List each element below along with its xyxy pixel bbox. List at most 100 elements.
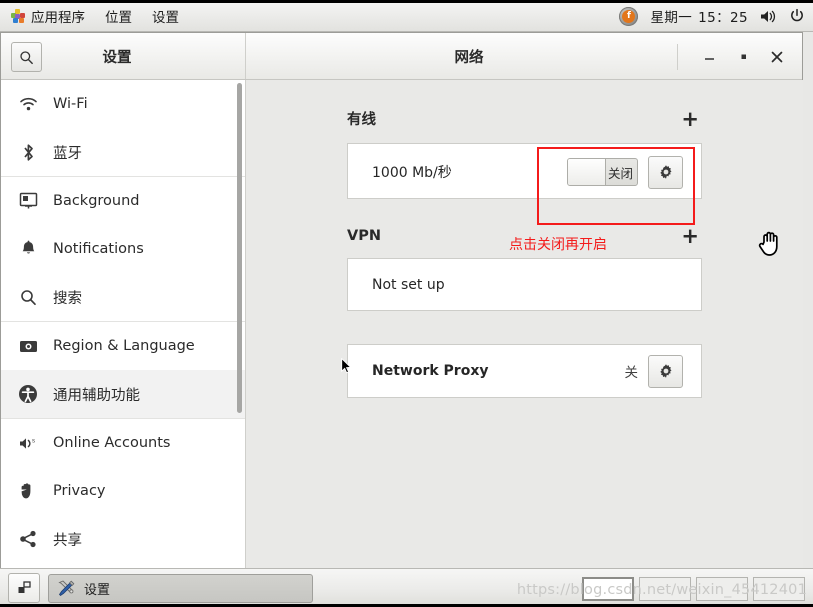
network-proxy-card: Network Proxy 关 bbox=[347, 344, 702, 398]
sidebar-item-label: 搜索 bbox=[53, 290, 82, 307]
sidebar-item-label: Notifications bbox=[53, 241, 144, 257]
network-proxy-label: Network Proxy bbox=[372, 363, 489, 379]
add-wired-button[interactable]: + bbox=[678, 108, 702, 129]
gear-icon bbox=[659, 364, 671, 378]
sidebar-scrollbar[interactable] bbox=[237, 83, 242, 413]
top-panel-status-area: f 星期一 15：25 bbox=[619, 0, 805, 32]
menu-places-label: 位置 bbox=[105, 9, 132, 26]
wired-speed: 1000 Mb/秒 bbox=[372, 165, 452, 181]
minimize-button[interactable] bbox=[692, 40, 726, 74]
workspace-1[interactable] bbox=[582, 577, 634, 601]
bluetooth-icon bbox=[17, 141, 39, 163]
mouse-pointer-cursor bbox=[341, 358, 352, 374]
workspace-3[interactable] bbox=[696, 577, 748, 601]
sidebar-item-accessibility[interactable]: 通用辅助功能 bbox=[1, 370, 245, 418]
clock-weekday: 星期一 bbox=[650, 10, 693, 26]
sidebar-item-region-language[interactable]: Region & Language bbox=[1, 322, 245, 370]
wired-toggle-label: 关闭 bbox=[607, 165, 633, 181]
settings-sidebar[interactable]: Wi-Fi 蓝牙 Background Notifications 搜索 Reg… bbox=[1, 80, 246, 569]
search-icon bbox=[17, 286, 39, 308]
sidebar-item-label: Region & Language bbox=[53, 338, 195, 354]
network-panel: 有线 + 1000 Mb/秒 关闭 VPN + Not set up Netwo… bbox=[246, 80, 803, 569]
menu-applications-label: 应用程序 bbox=[31, 9, 85, 26]
network-proxy-settings-button[interactable] bbox=[648, 354, 683, 388]
clock-time: 15：25 bbox=[698, 10, 748, 26]
vpn-card: Not set up bbox=[347, 258, 702, 311]
sidebar-item-label: Online Accounts bbox=[53, 435, 171, 451]
sidebar-item-label: 共享 bbox=[53, 532, 82, 549]
menu-applications[interactable]: 应用程序 bbox=[2, 5, 94, 27]
sidebar-item-label: Wi-Fi bbox=[53, 96, 88, 112]
wired-section-header: 有线 + bbox=[347, 108, 702, 129]
vpn-status: Not set up bbox=[372, 276, 445, 293]
wired-settings-button[interactable] bbox=[648, 155, 683, 189]
gear-icon bbox=[659, 165, 671, 179]
wired-heading: 有线 bbox=[347, 112, 376, 128]
window-controls-divider bbox=[677, 43, 678, 70]
maximize-icon bbox=[741, 54, 746, 59]
svg-text:s: s bbox=[32, 438, 35, 444]
minimize-icon bbox=[704, 58, 714, 60]
clock[interactable]: 星期一 15：25 bbox=[650, 6, 748, 26]
network-proxy-status: 关 bbox=[624, 365, 639, 381]
volume-icon[interactable] bbox=[760, 9, 777, 24]
sidebar-item-search[interactable]: 搜索 bbox=[1, 273, 245, 321]
wifi-icon bbox=[17, 93, 39, 115]
close-icon bbox=[771, 51, 783, 62]
show-desktop-button[interactable] bbox=[8, 573, 40, 603]
wired-toggle[interactable]: 关闭 bbox=[567, 158, 638, 186]
grab-hand-cursor bbox=[758, 231, 778, 256]
sidebar-scrollbar-thumb[interactable] bbox=[237, 83, 242, 413]
menu-system[interactable]: 设置 bbox=[143, 5, 188, 27]
show-desktop-icon bbox=[18, 581, 31, 593]
desktop-screen: 应用程序 位置 设置 f 星期一 15：25 设置 网络 Wi-Fi 蓝牙 Ba… bbox=[0, 0, 813, 607]
wired-card: 1000 Mb/秒 关闭 bbox=[347, 143, 702, 199]
workspace-4[interactable] bbox=[753, 577, 805, 601]
sharing-icon bbox=[17, 528, 39, 550]
workspace-2[interactable] bbox=[639, 577, 691, 601]
sidebar-item-wifi[interactable]: Wi-Fi bbox=[1, 80, 245, 128]
close-button[interactable] bbox=[760, 40, 794, 74]
top-panel: 应用程序 位置 设置 f 星期一 15：25 bbox=[0, 0, 813, 32]
vpn-row: Not set up bbox=[348, 259, 701, 310]
window-headerbar: 设置 网络 bbox=[1, 33, 802, 80]
sidebar-item-privacy[interactable]: Privacy bbox=[1, 467, 245, 515]
sidebar-item-label: Background bbox=[53, 193, 140, 209]
region-language-icon bbox=[17, 335, 39, 357]
tools-icon bbox=[57, 579, 76, 598]
vpn-heading: VPN bbox=[347, 228, 381, 244]
sidebar-item-bluetooth[interactable]: 蓝牙 bbox=[1, 128, 245, 176]
fedora-logo-inner: f bbox=[622, 9, 636, 23]
sidebar-item-online-accounts[interactable]: s Online Accounts bbox=[1, 419, 245, 467]
bell-icon bbox=[17, 238, 39, 260]
network-proxy-row[interactable]: Network Proxy 关 bbox=[348, 345, 701, 397]
maximize-button[interactable] bbox=[726, 40, 760, 74]
headerbar-right: 网络 bbox=[246, 33, 802, 79]
applications-icon bbox=[11, 8, 25, 23]
menu-places[interactable]: 位置 bbox=[96, 5, 141, 27]
window-controls bbox=[677, 33, 794, 80]
annotation-text: 点击关闭再开启 bbox=[509, 237, 607, 253]
fedora-logo-icon[interactable]: f bbox=[619, 6, 639, 26]
privacy-hand-icon bbox=[17, 480, 39, 502]
wired-toggle-knob bbox=[568, 159, 606, 185]
search-icon bbox=[20, 50, 33, 64]
sidebar-item-label: Privacy bbox=[53, 483, 106, 499]
online-accounts-icon: s bbox=[17, 432, 39, 454]
menu-system-label: 设置 bbox=[152, 9, 179, 26]
sidebar-item-sharing[interactable]: 共享 bbox=[1, 515, 245, 563]
sidebar-item-notifications[interactable]: Notifications bbox=[1, 225, 245, 273]
taskbar-window-label: 设置 bbox=[84, 582, 111, 598]
power-icon[interactable] bbox=[789, 8, 805, 24]
add-vpn-button[interactable]: + bbox=[678, 226, 702, 247]
search-button[interactable] bbox=[11, 42, 42, 72]
sidebar-item-label: 通用辅助功能 bbox=[53, 387, 140, 404]
workspace-switcher[interactable] bbox=[582, 577, 805, 601]
taskbar-window-settings[interactable]: 设置 bbox=[48, 573, 313, 603]
accessibility-icon bbox=[17, 383, 39, 405]
sidebar-item-background[interactable]: Background bbox=[1, 177, 245, 225]
network-proxy-controls: 关 bbox=[624, 354, 683, 388]
background-icon bbox=[17, 190, 39, 212]
sidebar-item-label: 蓝牙 bbox=[53, 145, 82, 162]
wired-row: 1000 Mb/秒 关闭 bbox=[348, 144, 701, 200]
